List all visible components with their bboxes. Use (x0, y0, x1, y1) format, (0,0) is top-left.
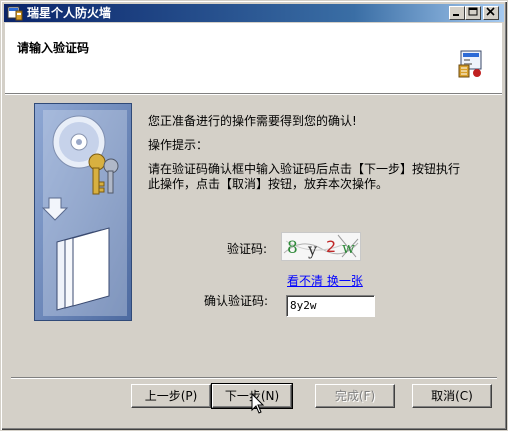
maximize-button[interactable] (465, 6, 481, 20)
tips-label: 操作提示： (148, 138, 209, 152)
captcha-graphic: 8y2w 8 y 2 w (283, 234, 359, 259)
cd-key-folder-icon (35, 104, 131, 320)
finish-button[interactable]: 完成(F) (315, 384, 395, 408)
mouse-pointer-icon (251, 393, 265, 414)
captcha-char-1: 8 (287, 238, 298, 258)
captcha-char-2: y (307, 240, 317, 259)
close-button[interactable] (483, 6, 499, 20)
footer-divider (11, 377, 497, 379)
confirm-message: 您正准备进行的操作需要得到您的确认! (148, 114, 357, 128)
minimize-icon (453, 14, 459, 16)
finish-button-label: 完成 (334, 389, 359, 403)
wizard-header: 请输入验证码 (5, 23, 502, 93)
confirm-captcha-label: 确认验证码: (204, 294, 269, 308)
tips-line-1: 请在验证码确认框中输入验证码后点击【下一步】按钮执行 (148, 162, 461, 176)
cancel-button-key: (C) (455, 389, 473, 403)
title-bar[interactable]: 瑞星个人防火墙 (4, 4, 504, 22)
captcha-input[interactable]: 8y2w (286, 295, 375, 317)
refresh-captcha-link[interactable]: 看不清 换一张 (287, 274, 363, 289)
firewall-app-icon (7, 6, 23, 21)
back-button-label: 上一步 (144, 389, 181, 403)
back-button-key: (P) (180, 389, 198, 403)
back-button[interactable]: 上一步(P) (131, 384, 211, 408)
window-title: 瑞星个人防火墙 (27, 6, 112, 20)
maximize-icon (468, 7, 478, 16)
minimize-button[interactable] (449, 6, 465, 20)
page-title: 请输入验证码 (17, 41, 90, 55)
cancel-button-label: 取消 (431, 389, 456, 403)
finish-button-key: (F) (358, 389, 376, 403)
close-icon (486, 7, 495, 16)
captcha-char-4: w (342, 239, 355, 257)
wizard-side-illustration (34, 103, 132, 321)
captcha-image: 8y2w 8 y 2 w (281, 232, 361, 261)
header-divider (5, 93, 502, 95)
firewall-setup-icon (458, 50, 482, 78)
captcha-label: 验证码: (227, 242, 268, 256)
tips-line-2: 此操作，点击【取消】按钮，放弃本次操作。 (148, 177, 389, 191)
captcha-char-3: 2 (326, 237, 336, 256)
cancel-button[interactable]: 取消(C) (412, 384, 492, 408)
dialog-window: 瑞星个人防火墙 请输入验证码 您正准备进行的操作需要得到您的确认! 操作提示： … (0, 0, 508, 431)
